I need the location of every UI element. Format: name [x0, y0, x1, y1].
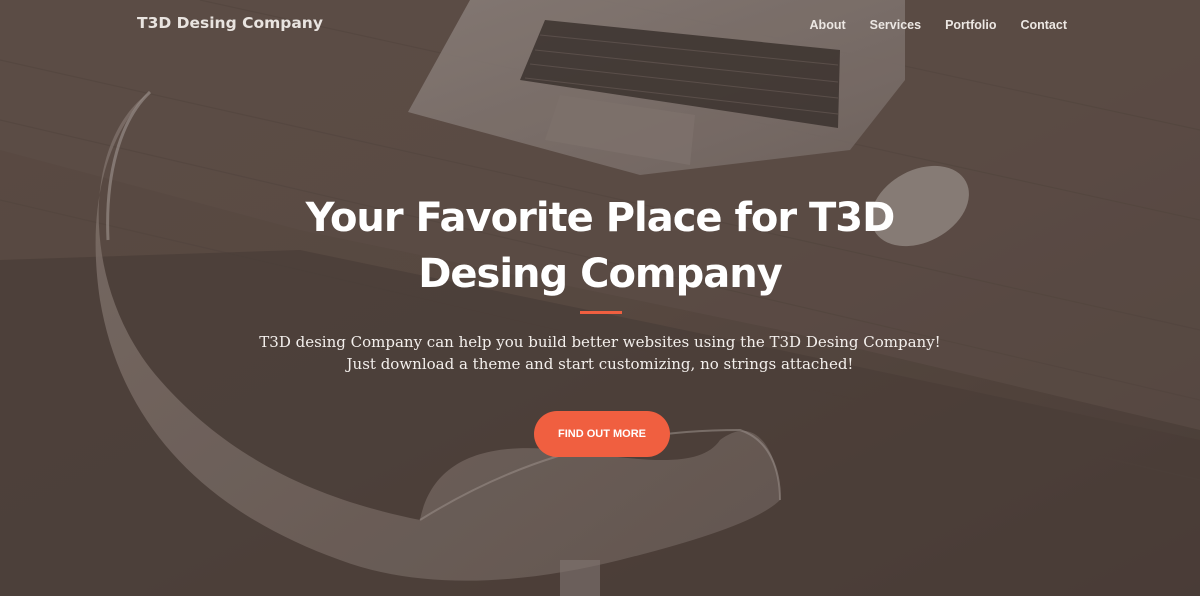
hero-headline: Your Favorite Place for T3D Desing Compa…: [0, 190, 1200, 302]
hero-headline-line-1: Your Favorite Place for T3D: [305, 195, 896, 241]
top-navbar: T3D Desing Company About Services Portfo…: [0, 0, 1200, 48]
find-out-more-button[interactable]: FIND OUT MORE: [534, 411, 670, 457]
nav-item-services: Services: [870, 16, 921, 34]
nav-link-about[interactable]: About: [810, 18, 846, 32]
nav-link-contact[interactable]: Contact: [1020, 18, 1067, 32]
hero-subtext-line-1: T3D desing Company can help you build be…: [259, 333, 941, 351]
hero-subtext-line-2: Just download a theme and start customiz…: [346, 355, 854, 373]
hero-subtext: T3D desing Company can help you build be…: [0, 331, 1200, 375]
nav-item-contact: Contact: [1020, 16, 1067, 34]
nav-links: About Services Portfolio Contact: [786, 16, 1067, 34]
headline-divider: [580, 311, 622, 314]
nav-link-portfolio[interactable]: Portfolio: [945, 18, 996, 32]
nav-item-portfolio: Portfolio: [945, 16, 996, 34]
nav-link-services[interactable]: Services: [870, 18, 921, 32]
nav-item-about: About: [810, 16, 846, 34]
hero-headline-line-2: Desing Company: [418, 251, 783, 297]
brand-logo-link[interactable]: T3D Desing Company: [137, 14, 323, 32]
